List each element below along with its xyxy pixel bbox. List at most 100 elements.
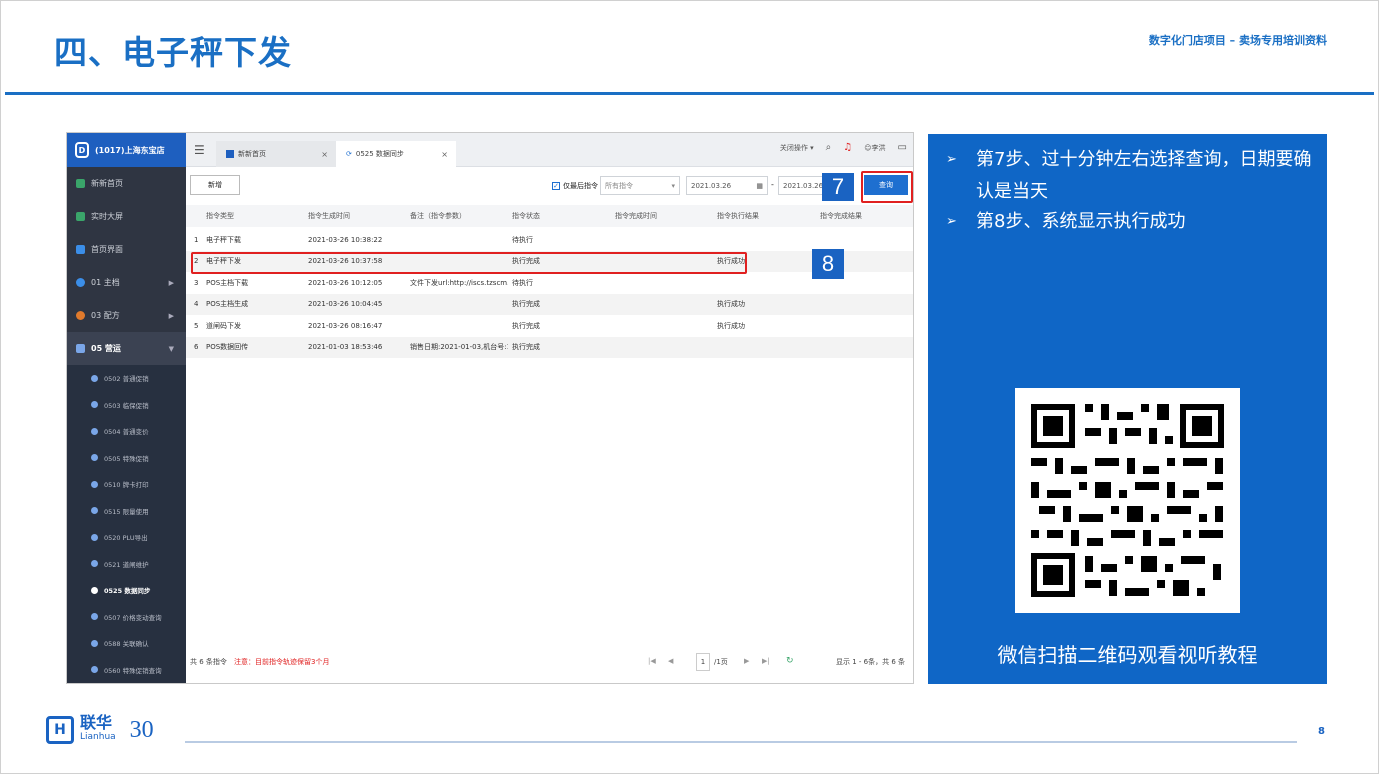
command-note: 文件下发url:http://iscs.tzscm.c...	[410, 278, 508, 287]
first-page-icon[interactable]: |◀	[648, 657, 656, 665]
sidebar-item-homepage[interactable]: 首页界面	[67, 233, 186, 266]
sidebar-subitem[interactable]: 0505 特殊促销	[67, 444, 186, 471]
gate-icon	[91, 560, 98, 568]
instruction-panel: ➢ 第7步、过十分钟左右选择查询，日期要确认是当天 ➢ 第8步、系统显示执行成功	[928, 134, 1327, 684]
command-type-select[interactable]: 所有指令 ▾	[600, 176, 680, 195]
pagination-summary: 显示 1 - 6条，共 6 条	[835, 658, 905, 666]
sidebar-item-label: 首页界面	[91, 245, 123, 254]
date-to-value: 2021.03.26	[783, 181, 824, 190]
footer-divider	[185, 741, 1297, 743]
qr-code-icon	[1015, 388, 1240, 613]
command-status: 执行完成	[512, 343, 540, 352]
user-icon: ☺	[864, 143, 872, 152]
sync-icon	[91, 586, 98, 594]
close-icon[interactable]: ×	[441, 150, 448, 159]
created-time: 2021-03-26 10:12:05	[308, 278, 383, 287]
filter-toolbar: 新增 ✓ 仅最后指令 所有指令 ▾ 2021.03.26 ▦ - 2021.03…	[186, 167, 913, 203]
database-icon	[76, 278, 85, 287]
page-subtitle: 数字化门店项目 – 卖场专用培训资料	[1148, 34, 1327, 47]
home-icon	[76, 245, 85, 254]
sidebar-subitem[interactable]: 0521 道闸维护	[67, 550, 186, 577]
sidebar-item-recipe[interactable]: 03 配方 ▶	[67, 299, 186, 332]
table-row[interactable]: 1 电子秤下载 2021-03-26 10:38:22 待执行	[186, 229, 913, 251]
sidebar-subitem-label: 0560 特殊促销查询	[104, 666, 162, 675]
close-operations-menu[interactable]: 关闭操作 ▾	[780, 143, 814, 153]
next-page-icon[interactable]: ▶	[744, 657, 749, 665]
instruction-text: 第7步、过十分钟左右选择查询，日期要确认是当天	[976, 149, 1312, 202]
sidebar-item-master[interactable]: 01 主档 ▶	[67, 266, 186, 299]
latest-only-checkbox[interactable]: ✓ 仅最后指令	[552, 181, 598, 191]
topbar-actions: 关闭操作 ▾ ⌕ ♫ ☺李洪 ▭	[780, 142, 907, 153]
sidebar-subitem[interactable]: 0507 价格变动查询	[67, 603, 186, 630]
sidebar-subitem-label: 0504 普通变价	[104, 428, 149, 437]
anniversary-mark: 30	[129, 716, 154, 743]
last-page-icon[interactable]: ▶|	[762, 657, 770, 665]
command-note: 销售日期:2021-01-03,机台号:101	[410, 343, 508, 352]
hamburger-menu-icon[interactable]: ☰	[194, 143, 205, 157]
sidebar-item-label: 01 主档	[91, 278, 120, 287]
screen-icon	[76, 212, 85, 221]
table-footer: 共 6 条指令 注意：目前指令轨迹保留3个月 |◀ ◀ 1 /1页 ▶ ▶| ↻…	[186, 649, 913, 677]
sidebar-item-operations[interactable]: 05 营运 ▼	[67, 332, 186, 365]
sidebar-subitem[interactable]: 0560 特殊促销查询	[67, 656, 186, 683]
row-number: 4	[194, 300, 199, 309]
table-header: 指令类型 指令生成时间 备注（指令参数） 指令状态 指令完成时间 指令执行结果 …	[186, 205, 913, 227]
execution-result: 执行成功	[717, 300, 745, 309]
tab-home[interactable]: 新新首页 ×	[216, 141, 336, 167]
chevron-down-icon: ▾	[671, 181, 675, 190]
command-note	[410, 229, 508, 251]
command-type: POS主档下载	[206, 278, 249, 287]
brand-name-en: Lianhua	[80, 732, 116, 742]
table-row[interactable]: 3 POS主档下载 2021-03-26 10:12:05 文件下发url:ht…	[186, 272, 913, 294]
lianhua-logo-icon: H	[46, 716, 74, 744]
command-note	[410, 294, 508, 316]
column-header: 指令执行结果	[717, 211, 759, 220]
sidebar-header[interactable]: D (1017)上海东宝店	[67, 133, 186, 167]
sidebar-subitem[interactable]: 0515 限量使用	[67, 497, 186, 524]
table-row[interactable]: 6 POS数据回传 2021-01-03 18:53:46 销售日期:2021-…	[186, 336, 913, 358]
row-number: 3	[194, 278, 199, 287]
m-logo-icon	[76, 179, 85, 188]
search-icon	[91, 666, 98, 674]
sidebar-item-dashboard[interactable]: 实时大屏	[67, 200, 186, 233]
sidebar-subitem[interactable]: 0588 关联确认	[67, 630, 186, 657]
refresh-icon[interactable]: ↻	[786, 656, 794, 666]
sidebar-subitem[interactable]: 0504 普通变价	[67, 418, 186, 445]
step-8-callout: 8	[812, 249, 844, 279]
table-row[interactable]: 4 POS主档生成 2021-03-26 10:04:45 执行完成 执行成功	[186, 293, 913, 316]
sidebar: D (1017)上海东宝店 新新首页 实时大屏 首页界面 01 主档 ▶ 03 …	[67, 133, 186, 683]
chevron-down-icon: ▼	[168, 344, 174, 353]
column-header: 备注（指令参数）	[410, 211, 466, 220]
sidebar-subitem[interactable]: 0520 PLU导出	[67, 524, 186, 551]
date-from-field[interactable]: 2021.03.26 ▦	[686, 176, 768, 195]
bell-icon[interactable]: ♫	[843, 142, 852, 153]
promo-icon	[91, 374, 98, 382]
user-menu[interactable]: ☺李洪	[864, 143, 885, 153]
close-icon[interactable]: ×	[321, 150, 328, 159]
qr-code[interactable]	[1015, 388, 1240, 613]
column-header: 指令完成结果	[820, 211, 862, 220]
sidebar-subitem[interactable]: 0510 牌卡打印	[67, 471, 186, 498]
arrow-bullet-icon: ➢	[946, 152, 957, 167]
search-icon[interactable]: ⌕	[826, 142, 832, 153]
tab-data-sync[interactable]: ⟳ 0525 数据同步 ×	[336, 141, 456, 167]
sidebar-item-home-new[interactable]: 新新首页	[67, 167, 186, 200]
add-button[interactable]: 新增	[190, 175, 240, 195]
page-title: 四、电子秤下发	[54, 33, 292, 72]
prev-page-icon[interactable]: ◀	[668, 657, 673, 665]
app-logo-icon: D	[75, 142, 89, 158]
query-icon	[91, 613, 98, 621]
arrow-bullet-icon: ➢	[946, 214, 957, 229]
retention-notice: 注意：目前指令轨迹保留3个月	[234, 657, 329, 667]
price-icon	[91, 427, 98, 435]
tab-label: 0525 数据同步	[355, 150, 404, 158]
sidebar-subitem[interactable]: 0502 普通促销	[67, 365, 186, 392]
page-number-input[interactable]: 1	[696, 653, 710, 671]
table-row[interactable]: 5 道闸码下发 2021-03-26 08:16:47 执行完成 执行成功	[186, 315, 913, 337]
sidebar-subitem-label: 0510 牌卡打印	[104, 481, 149, 490]
sidebar-subitem[interactable]: 0503 临保促销	[67, 391, 186, 418]
sidebar-subitem-data-sync[interactable]: 0525 数据同步	[67, 577, 186, 604]
column-header: 指令完成时间	[615, 211, 657, 220]
command-type-value: 所有指令	[605, 181, 633, 190]
monitor-icon[interactable]: ▭	[898, 142, 907, 153]
